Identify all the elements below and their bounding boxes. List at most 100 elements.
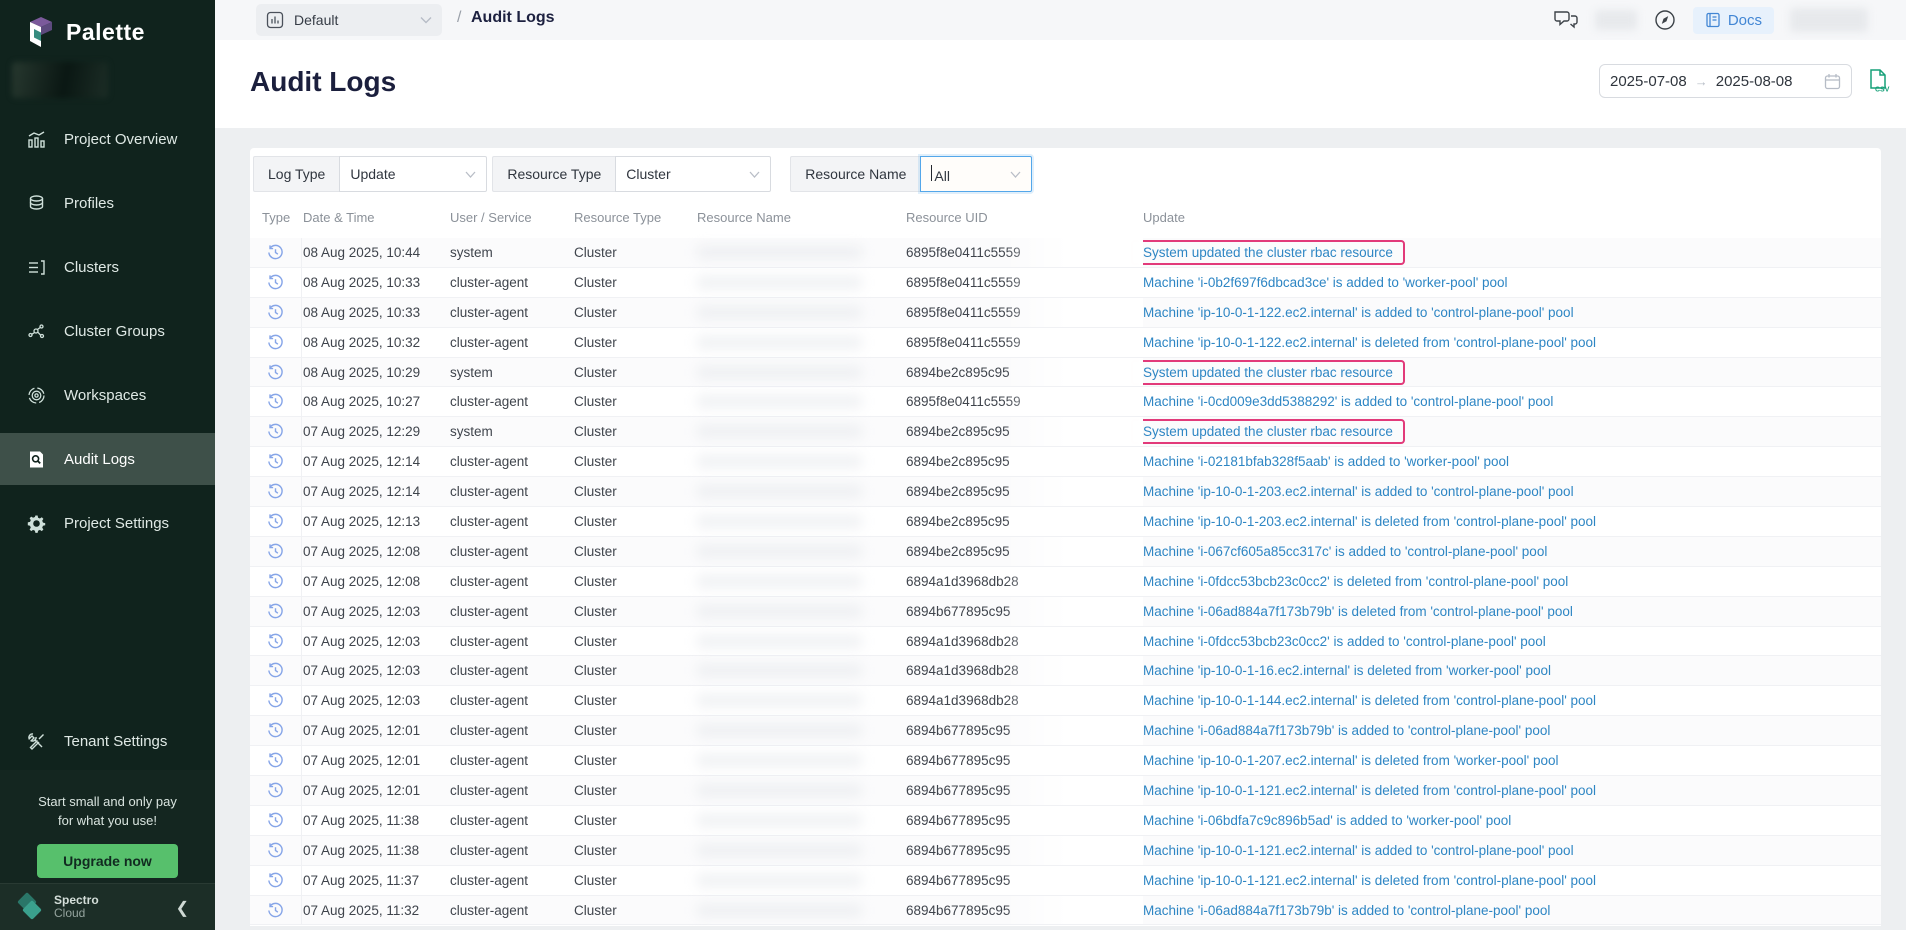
docs-button[interactable]: Docs: [1693, 7, 1774, 34]
table-row[interactable]: 07 Aug 2025, 11:32 cluster-agent Cluster…: [250, 896, 1881, 926]
update-link[interactable]: System updated the cluster rbac resource: [1131, 240, 1405, 265]
resource-name-cell: [697, 904, 906, 917]
update-link[interactable]: Machine 'i-0b2f697f6dbcad3ce' is added t…: [1143, 275, 1508, 290]
date-time-cell: 07 Aug 2025, 11:37: [302, 873, 450, 888]
log-type-cell: [250, 627, 302, 656]
sidebar-item-tenant-settings[interactable]: Tenant Settings: [0, 715, 215, 767]
user-service-cell: cluster-agent: [450, 753, 574, 768]
update-link[interactable]: Machine 'i-06ad884a7f173b79b' is deleted…: [1143, 604, 1573, 619]
update-link[interactable]: Machine 'ip-10-0-1-122.ec2.internal' is …: [1143, 305, 1574, 320]
filter-resource-name-select[interactable]: All: [920, 156, 1032, 192]
page-header: Audit Logs 2025-07-08 → 2025-08-08 CSV: [215, 40, 1906, 128]
update-link[interactable]: System updated the cluster rbac resource: [1131, 360, 1405, 385]
text-cursor: [931, 165, 932, 181]
date-time-cell: 08 Aug 2025, 10:44: [302, 245, 450, 260]
compass-icon[interactable]: [1653, 8, 1677, 32]
chat-icon[interactable]: [1553, 9, 1579, 31]
update-link[interactable]: Machine 'i-06ad884a7f173b79b' is added t…: [1143, 723, 1550, 738]
export-csv-button[interactable]: CSV: [1865, 68, 1891, 94]
table-row[interactable]: 07 Aug 2025, 12:03 cluster-agent Cluster…: [250, 686, 1881, 716]
sidebar-item-workspaces[interactable]: Workspaces: [0, 369, 215, 421]
table-row[interactable]: 07 Aug 2025, 12:03 cluster-agent Cluster…: [250, 597, 1881, 627]
update-link[interactable]: Machine 'ip-10-0-1-16.ec2.internal' is d…: [1143, 663, 1551, 678]
blur-overlay: [1003, 746, 1143, 775]
update-link[interactable]: Machine 'i-02181bfab328f5aab' is added t…: [1143, 454, 1509, 469]
user-service-cell: cluster-agent: [450, 574, 574, 589]
resource-type-cell: Cluster: [574, 843, 697, 858]
profiles-icon: [27, 194, 46, 213]
project-selector[interactable]: Default: [256, 4, 442, 36]
table-row[interactable]: 08 Aug 2025, 10:33 cluster-agent Cluster…: [250, 298, 1881, 328]
table-row[interactable]: 07 Aug 2025, 12:14 cluster-agent Cluster…: [250, 477, 1881, 507]
table-row[interactable]: 07 Aug 2025, 12:03 cluster-agent Cluster…: [250, 627, 1881, 657]
update-link[interactable]: Machine 'i-067cf605a85cc317c' is added t…: [1143, 544, 1547, 559]
update-link[interactable]: Machine 'ip-10-0-1-121.ec2.internal' is …: [1143, 873, 1596, 888]
date-from-value[interactable]: 2025-07-08: [1610, 73, 1687, 90]
update-link[interactable]: Machine 'i-0fdcc53bcb23c0cc2' is deleted…: [1143, 574, 1568, 589]
table-row[interactable]: 08 Aug 2025, 10:33 cluster-agent Cluster…: [250, 268, 1881, 298]
sidebar-item-label: Cluster Groups: [64, 323, 165, 340]
sidebar-item-project-overview[interactable]: Project Overview: [0, 113, 215, 165]
resource-name-cell: [697, 395, 906, 408]
table-row[interactable]: 08 Aug 2025, 10:32 cluster-agent Cluster…: [250, 328, 1881, 358]
filter-resource-name-label: Resource Name: [790, 156, 920, 192]
table-row[interactable]: 07 Aug 2025, 12:29 system Cluster 6894be…: [250, 417, 1881, 447]
table-row[interactable]: 07 Aug 2025, 11:38 cluster-agent Cluster…: [250, 836, 1881, 866]
sidebar-item-project-settings[interactable]: Project Settings: [0, 497, 215, 549]
sidebar-collapse-icon[interactable]: ❮: [176, 898, 189, 918]
table-row[interactable]: 07 Aug 2025, 12:13 cluster-agent Cluster…: [250, 507, 1881, 537]
update-link[interactable]: Machine 'ip-10-0-1-121.ec2.internal' is …: [1143, 783, 1596, 798]
update-link[interactable]: System updated the cluster rbac resource: [1131, 419, 1405, 444]
table-row[interactable]: 07 Aug 2025, 12:08 cluster-agent Cluster…: [250, 567, 1881, 597]
sidebar-item-profiles[interactable]: Profiles: [0, 177, 215, 229]
blur-overlay: [1003, 776, 1143, 805]
log-type-cell: [250, 417, 302, 446]
filter-log-type-select[interactable]: Update: [339, 156, 487, 192]
sidebar-item-audit-logs[interactable]: Audit Logs: [0, 433, 215, 485]
table-row[interactable]: 08 Aug 2025, 10:44 system Cluster 6895f8…: [250, 238, 1881, 268]
resource-name-cell: [697, 605, 906, 618]
resource-type-cell: Cluster: [574, 813, 697, 828]
filter-resource-type-select[interactable]: Cluster: [615, 156, 771, 192]
sidebar-item-clusters[interactable]: Clusters: [0, 241, 215, 293]
table-row[interactable]: 07 Aug 2025, 11:38 cluster-agent Cluster…: [250, 806, 1881, 836]
table-row[interactable]: 07 Aug 2025, 12:01 cluster-agent Cluster…: [250, 746, 1881, 776]
table-row[interactable]: 08 Aug 2025, 10:29 system Cluster 6894be…: [250, 358, 1881, 388]
date-time-cell: 07 Aug 2025, 12:29: [302, 424, 450, 439]
blurred-resource-name: [697, 754, 862, 767]
filter-resource-name: Resource Name All: [790, 156, 1032, 192]
update-link[interactable]: Machine 'i-06ad884a7f173b79b' is added t…: [1143, 903, 1550, 918]
update-link[interactable]: Machine 'i-06bdfa7c9c896b5ad' is added t…: [1143, 813, 1511, 828]
upgrade-now-button[interactable]: Upgrade now: [37, 844, 178, 878]
update-link[interactable]: Machine 'ip-10-0-1-122.ec2.internal' is …: [1143, 335, 1596, 350]
table-row[interactable]: 07 Aug 2025, 11:37 cluster-agent Cluster…: [250, 866, 1881, 896]
sidebar-item-label: Workspaces: [64, 387, 146, 404]
table-row[interactable]: 07 Aug 2025, 12:01 cluster-agent Cluster…: [250, 776, 1881, 806]
update-link[interactable]: Machine 'i-0cd009e3dd5388292' is added t…: [1143, 394, 1553, 409]
update-link[interactable]: Machine 'ip-10-0-1-203.ec2.internal' is …: [1143, 484, 1574, 499]
table-row[interactable]: 07 Aug 2025, 12:01 cluster-agent Cluster…: [250, 716, 1881, 746]
blurred-resource-name: [697, 336, 862, 349]
table-row[interactable]: 07 Aug 2025, 12:08 cluster-agent Cluster…: [250, 537, 1881, 567]
topbar-actions: Docs: [1553, 0, 1906, 40]
table-row[interactable]: 07 Aug 2025, 12:03 cluster-agent Cluster…: [250, 656, 1881, 686]
table-row[interactable]: 07 Aug 2025, 12:14 cluster-agent Cluster…: [250, 447, 1881, 477]
update-link[interactable]: Machine 'ip-10-0-1-203.ec2.internal' is …: [1143, 514, 1596, 529]
date-range-picker[interactable]: 2025-07-08 → 2025-08-08: [1599, 64, 1852, 98]
update-cell: Machine 'ip-10-0-1-121.ec2.internal' is …: [1143, 843, 1881, 858]
resource-name-cell: [697, 664, 906, 677]
update-link[interactable]: Machine 'i-0fdcc53bcb23c0cc2' is added t…: [1143, 634, 1546, 649]
update-cell: Machine 'ip-10-0-1-121.ec2.internal' is …: [1143, 873, 1881, 888]
history-icon: [267, 244, 284, 261]
date-to-value[interactable]: 2025-08-08: [1716, 73, 1793, 90]
update-link[interactable]: Machine 'ip-10-0-1-207.ec2.internal' is …: [1143, 753, 1559, 768]
table-row[interactable]: 08 Aug 2025, 10:27 cluster-agent Cluster…: [250, 387, 1881, 417]
update-link[interactable]: Machine 'ip-10-0-1-144.ec2.internal' is …: [1143, 693, 1596, 708]
update-cell: Machine 'i-0b2f697f6dbcad3ce' is added t…: [1143, 275, 1881, 290]
sidebar-item-cluster-groups[interactable]: Cluster Groups: [0, 305, 215, 357]
blurred-resource-name: [697, 605, 862, 618]
user-service-cell: cluster-agent: [450, 813, 574, 828]
update-link[interactable]: Machine 'ip-10-0-1-121.ec2.internal' is …: [1143, 843, 1574, 858]
blur-overlay: [1003, 627, 1143, 656]
update-cell: Machine 'ip-10-0-1-121.ec2.internal' is …: [1143, 783, 1881, 798]
